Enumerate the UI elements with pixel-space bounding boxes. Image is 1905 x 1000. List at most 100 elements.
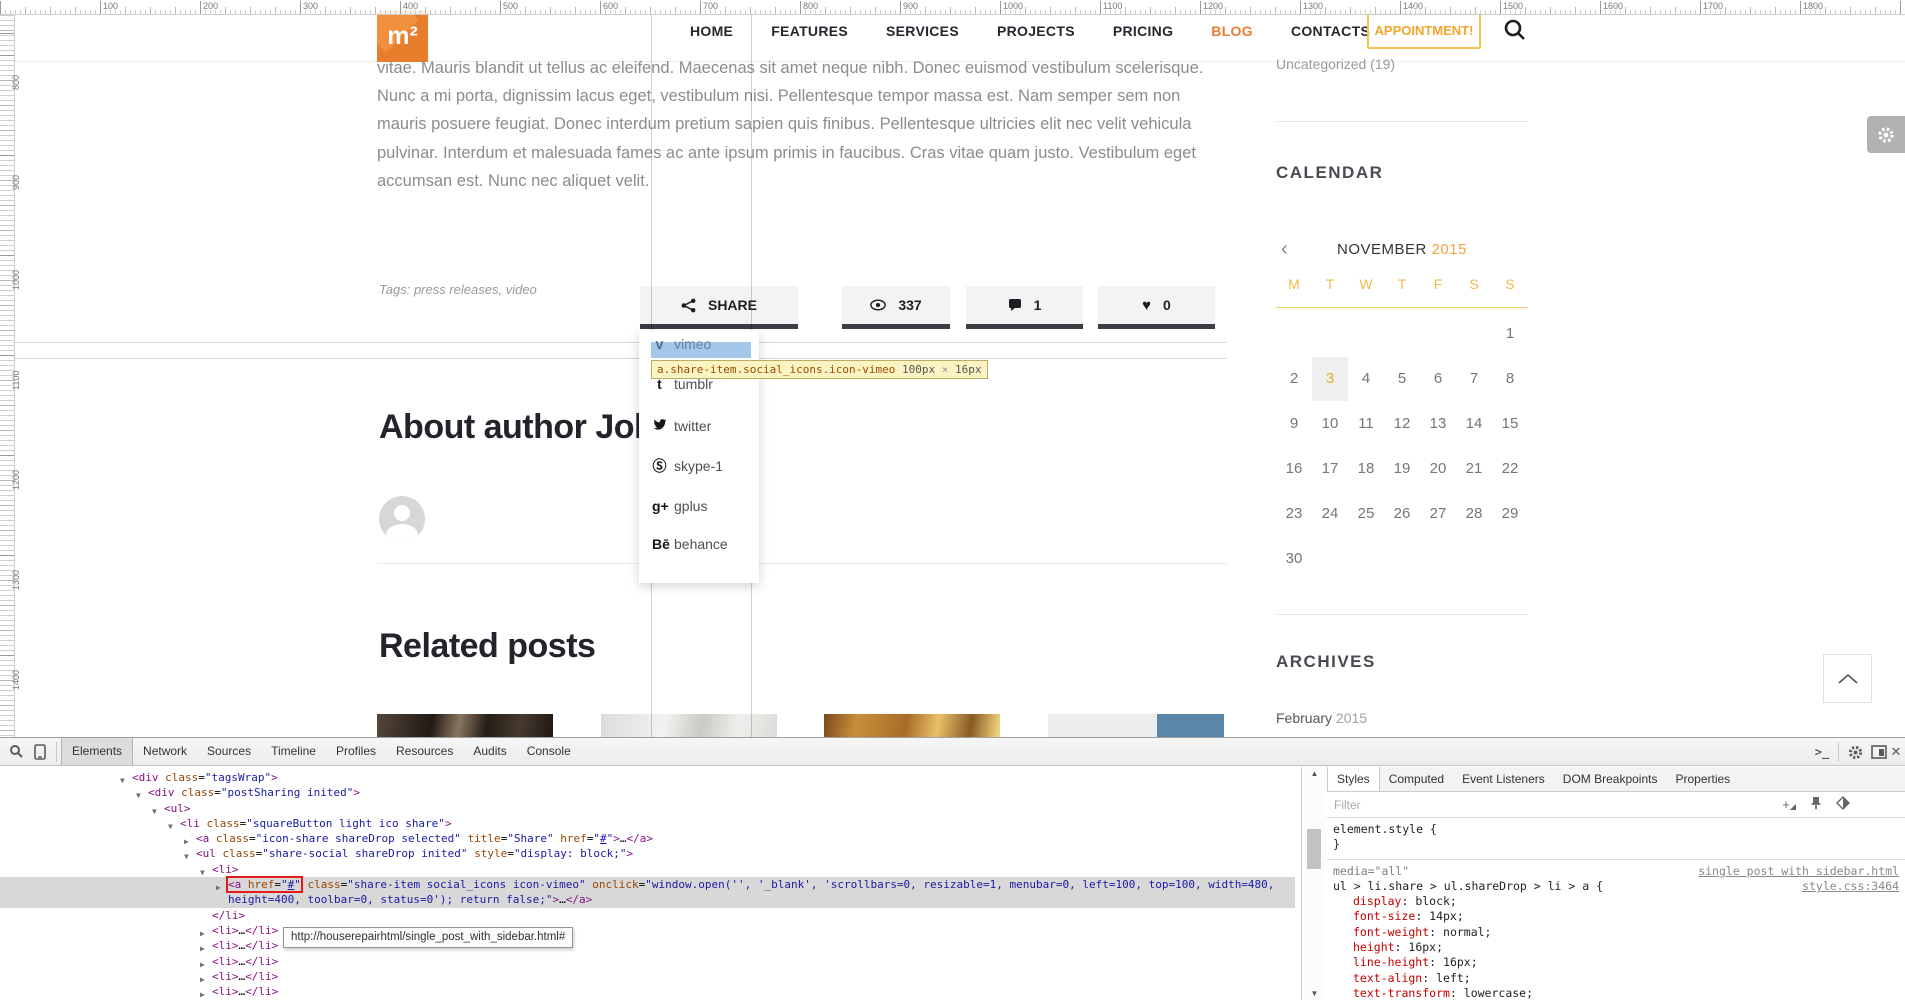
dom-tree-row[interactable]: ▼<ul class="share-social shareDrop inite… bbox=[0, 846, 1295, 861]
calendar-day-7[interactable]: 7 bbox=[1456, 357, 1492, 401]
close-devtools-icon[interactable]: ✕ bbox=[1891, 740, 1901, 764]
devtools-tab-timeline[interactable]: Timeline bbox=[261, 738, 326, 765]
dom-tree-row[interactable]: ▼<div class="tagsWrap"> bbox=[0, 770, 1295, 785]
css-property-font-weight[interactable]: font-weight: normal; bbox=[1333, 925, 1899, 940]
device-mode-icon[interactable] bbox=[28, 740, 52, 764]
element-state-pin-icon[interactable] bbox=[1810, 796, 1822, 816]
calendar-day-4[interactable]: 4 bbox=[1348, 357, 1384, 401]
calendar-day-14[interactable]: 14 bbox=[1456, 402, 1492, 446]
devtools-tab-profiles[interactable]: Profiles bbox=[326, 738, 386, 765]
calendar-day-17[interactable]: 17 bbox=[1312, 447, 1348, 491]
calendar-day-10[interactable]: 10 bbox=[1312, 402, 1348, 446]
new-style-rule-icon[interactable]: +◢ bbox=[1782, 796, 1796, 816]
nav-item-features[interactable]: FEATURES bbox=[771, 23, 848, 39]
element-style-block[interactable]: element.style { } bbox=[1327, 818, 1905, 860]
styles-tab-properties[interactable]: Properties bbox=[1666, 767, 1739, 791]
sidebar-category-link[interactable]: Uncategorized (19) bbox=[1276, 56, 1395, 72]
calendar-day-12[interactable]: 12 bbox=[1384, 402, 1420, 446]
console-drawer-icon[interactable]: >_ bbox=[1810, 740, 1834, 764]
devtools-tab-network[interactable]: Network bbox=[133, 738, 197, 765]
share-button[interactable]: SHARE bbox=[640, 286, 798, 329]
nav-item-home[interactable]: HOME bbox=[690, 23, 733, 39]
calendar-day-24[interactable]: 24 bbox=[1312, 492, 1348, 536]
calendar-day-3[interactable]: 3 bbox=[1312, 357, 1348, 401]
dom-tree-row[interactable]: ▼<li> bbox=[0, 862, 1295, 877]
styles-tab-styles[interactable]: Styles bbox=[1327, 767, 1380, 791]
comments-button[interactable]: 1 bbox=[966, 286, 1083, 329]
nav-item-pricing[interactable]: PRICING bbox=[1113, 23, 1173, 39]
appointment-button[interactable]: APPOINTMENT! bbox=[1367, 13, 1481, 49]
dom-tree-row[interactable]: ▶<li>…</li> bbox=[0, 938, 1295, 953]
calendar-day-8[interactable]: 8 bbox=[1492, 357, 1528, 401]
calendar-day-19[interactable]: 19 bbox=[1384, 447, 1420, 491]
calendar-day-28[interactable]: 28 bbox=[1456, 492, 1492, 536]
css-property-line-height[interactable]: line-height: 16px; bbox=[1333, 955, 1899, 970]
devtools-tab-resources[interactable]: Resources bbox=[386, 738, 463, 765]
calendar-day-16[interactable]: 16 bbox=[1276, 447, 1312, 491]
nav-item-contacts[interactable]: CONTACTS bbox=[1291, 23, 1370, 39]
inspect-element-icon[interactable] bbox=[4, 740, 28, 764]
dom-tree-row[interactable]: ▼<ul> bbox=[0, 801, 1295, 816]
calendar-day-25[interactable]: 25 bbox=[1348, 492, 1384, 536]
calendar-day-22[interactable]: 22 bbox=[1492, 447, 1528, 491]
styles-tab-computed[interactable]: Computed bbox=[1380, 767, 1453, 791]
dom-tree-row[interactable]: ▶<li>…</li> bbox=[0, 954, 1295, 969]
calendar-day-5[interactable]: 5 bbox=[1384, 357, 1420, 401]
css-property-text-align[interactable]: text-align: left; bbox=[1333, 971, 1899, 986]
scrollbar-up-arrow[interactable]: ▲ bbox=[1303, 769, 1326, 778]
share-menu-item-skype-1[interactable]: Ⓢskype-1 bbox=[652, 456, 723, 476]
devtools-settings-gear-icon[interactable] bbox=[1843, 740, 1867, 764]
archive-month-link[interactable]: February 2015 bbox=[1276, 710, 1367, 726]
scrollbar-thumb[interactable] bbox=[1307, 829, 1321, 869]
css-property-height[interactable]: height: 16px; bbox=[1333, 940, 1899, 955]
dock-side-icon[interactable] bbox=[1867, 740, 1891, 764]
devtools-tab-elements[interactable]: Elements bbox=[61, 738, 133, 765]
likes-button[interactable]: ♥ 0 bbox=[1098, 286, 1215, 329]
tag-links[interactable]: press releases, video bbox=[414, 282, 537, 297]
nav-item-projects[interactable]: PROJECTS bbox=[997, 23, 1075, 39]
theme-options-tab[interactable] bbox=[1867, 116, 1905, 153]
matched-css-rule[interactable]: media="all" single post with sidebar.htm… bbox=[1327, 860, 1905, 1000]
calendar-day-30[interactable]: 30 bbox=[1276, 537, 1312, 581]
devtools-tab-sources[interactable]: Sources bbox=[197, 738, 261, 765]
calendar-day-20[interactable]: 20 bbox=[1420, 447, 1456, 491]
dom-tree-row[interactable]: ▶<a href="#" class="share-item social_ic… bbox=[0, 877, 1295, 908]
share-menu-item-behance[interactable]: Bēbehance bbox=[652, 536, 728, 552]
share-menu-item-twitter[interactable]: twitter bbox=[652, 418, 711, 434]
dom-tree-row[interactable]: ▶<li>…</li> bbox=[0, 923, 1295, 938]
styles-filter-input[interactable]: Filter bbox=[1334, 798, 1361, 812]
css-rule-selector[interactable]: ul > li.share > ul.shareDrop > li > a { bbox=[1333, 879, 1603, 894]
styles-tab-dom-breakpoints[interactable]: DOM Breakpoints bbox=[1554, 767, 1667, 791]
search-icon[interactable] bbox=[1502, 17, 1530, 45]
dom-tree-row[interactable]: ▶<li>…</li> bbox=[0, 969, 1295, 984]
scroll-to-top-button[interactable] bbox=[1823, 654, 1872, 703]
dom-tree-row[interactable]: ▼<div class="postSharing inited"> bbox=[0, 785, 1295, 800]
dom-tree-row[interactable]: </li> bbox=[0, 908, 1295, 923]
elements-panel-scrollbar[interactable]: ▲ ▼ bbox=[1303, 767, 1326, 1000]
css-property-display[interactable]: display: block; bbox=[1333, 894, 1899, 909]
dom-tree-row[interactable]: ▶<a class="icon-share shareDrop selected… bbox=[0, 831, 1295, 846]
calendar-day-21[interactable]: 21 bbox=[1456, 447, 1492, 491]
calendar-day-15[interactable]: 15 bbox=[1492, 402, 1528, 446]
share-menu-item-gplus[interactable]: g+gplus bbox=[652, 498, 707, 514]
dom-tree-row[interactable]: ▼<li class="squareButton light ico share… bbox=[0, 816, 1295, 831]
devtools-tab-audits[interactable]: Audits bbox=[463, 738, 516, 765]
calendar-day-23[interactable]: 23 bbox=[1276, 492, 1312, 536]
views-button[interactable]: 337 bbox=[842, 286, 950, 329]
devtools-tab-console[interactable]: Console bbox=[517, 738, 581, 765]
calendar-day-29[interactable]: 29 bbox=[1492, 492, 1528, 536]
calendar-day-9[interactable]: 9 bbox=[1276, 402, 1312, 446]
calendar-day-26[interactable]: 26 bbox=[1384, 492, 1420, 536]
calendar-day-1[interactable]: 1 bbox=[1492, 312, 1528, 356]
css-property-font-size[interactable]: font-size: 14px; bbox=[1333, 909, 1899, 924]
calendar-day-6[interactable]: 6 bbox=[1420, 357, 1456, 401]
calendar-day-13[interactable]: 13 bbox=[1420, 402, 1456, 446]
css-property-text-transform[interactable]: text-transform: lowercase; bbox=[1333, 986, 1899, 1000]
dom-tree-row[interactable]: ▶<li>…</li> bbox=[0, 984, 1295, 999]
stylesheet-line-link[interactable]: style.css:3464 bbox=[1802, 879, 1899, 894]
nav-item-services[interactable]: SERVICES bbox=[886, 23, 959, 39]
calendar-day-11[interactable]: 11 bbox=[1348, 402, 1384, 446]
scrollbar-down-arrow[interactable]: ▼ bbox=[1303, 989, 1326, 998]
calendar-day-2[interactable]: 2 bbox=[1276, 357, 1312, 401]
nav-item-blog[interactable]: BLOG bbox=[1211, 23, 1253, 39]
